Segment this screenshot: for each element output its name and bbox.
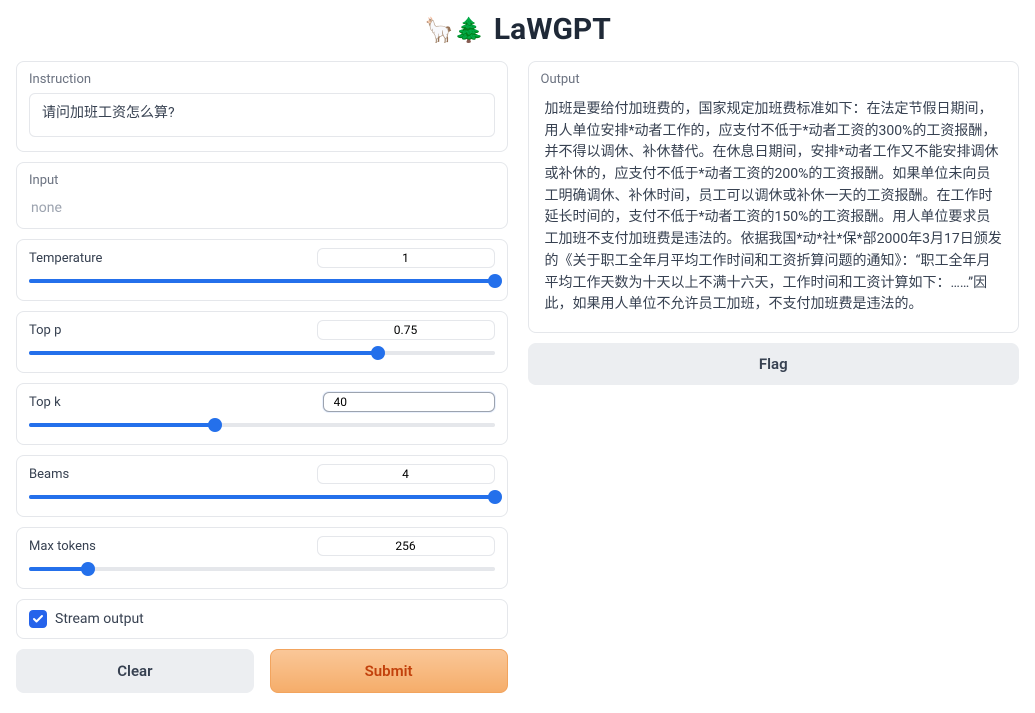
stream-output-checkbox[interactable] [29,610,47,628]
instruction-input[interactable] [29,93,495,137]
stream-output-label: Stream output [55,611,144,627]
slider-thumb-icon[interactable] [371,346,385,360]
temperature-slider[interactable] [29,274,495,288]
top-k-slider-block: Top k [16,383,508,445]
output-text: 加班是要给付加班费的，国家规定加班费标准如下：在法定节假日期间，用人单位安排*动… [541,93,1007,322]
slider-thumb-icon[interactable] [488,490,502,504]
beams-slider-block: Beams [16,455,508,517]
instruction-label: Instruction [29,72,495,87]
right-column: Output 加班是要给付加班费的，国家规定加班费标准如下：在法定节假日期间，用… [528,61,1020,385]
beams-value[interactable] [317,464,495,484]
input-field[interactable]: none [29,194,495,218]
temperature-label: Temperature [29,251,102,266]
top-p-label: Top p [29,323,61,338]
clear-button[interactable]: Clear [16,649,254,693]
temperature-value[interactable] [317,248,495,268]
submit-button[interactable]: Submit [270,649,508,693]
max-tokens-slider-block: Max tokens [16,527,508,589]
beams-label: Beams [29,467,69,482]
top-k-slider[interactable] [29,418,495,432]
max-tokens-slider[interactable] [29,562,495,576]
button-row: Clear Submit [16,649,508,693]
input-panel: Input none [16,162,508,229]
top-p-value[interactable] [317,320,495,340]
checkmark-icon [32,613,44,625]
output-panel: Output 加班是要给付加班费的，国家规定加班费标准如下：在法定节假日期间，用… [528,61,1020,333]
llama-tree-icon: 🦙🌲 [424,16,484,44]
page-title: LaWGPT [494,12,611,47]
top-k-label: Top k [29,395,61,410]
max-tokens-label: Max tokens [29,539,96,554]
slider-thumb-icon[interactable] [488,274,502,288]
slider-thumb-icon[interactable] [81,562,95,576]
left-column: Instruction Input none Temperature Top p [16,61,508,693]
page-title-row: 🦙🌲 LaWGPT [16,12,1019,47]
top-k-value[interactable] [323,392,495,412]
slider-thumb-icon[interactable] [208,418,222,432]
top-p-slider-block: Top p [16,311,508,373]
instruction-panel: Instruction [16,61,508,152]
stream-output-panel[interactable]: Stream output [16,599,508,639]
output-label: Output [541,72,1007,87]
temperature-slider-block: Temperature [16,239,508,301]
top-p-slider[interactable] [29,346,495,360]
input-label: Input [29,173,495,188]
flag-button[interactable]: Flag [528,343,1020,385]
beams-slider[interactable] [29,490,495,504]
max-tokens-value[interactable] [317,536,495,556]
